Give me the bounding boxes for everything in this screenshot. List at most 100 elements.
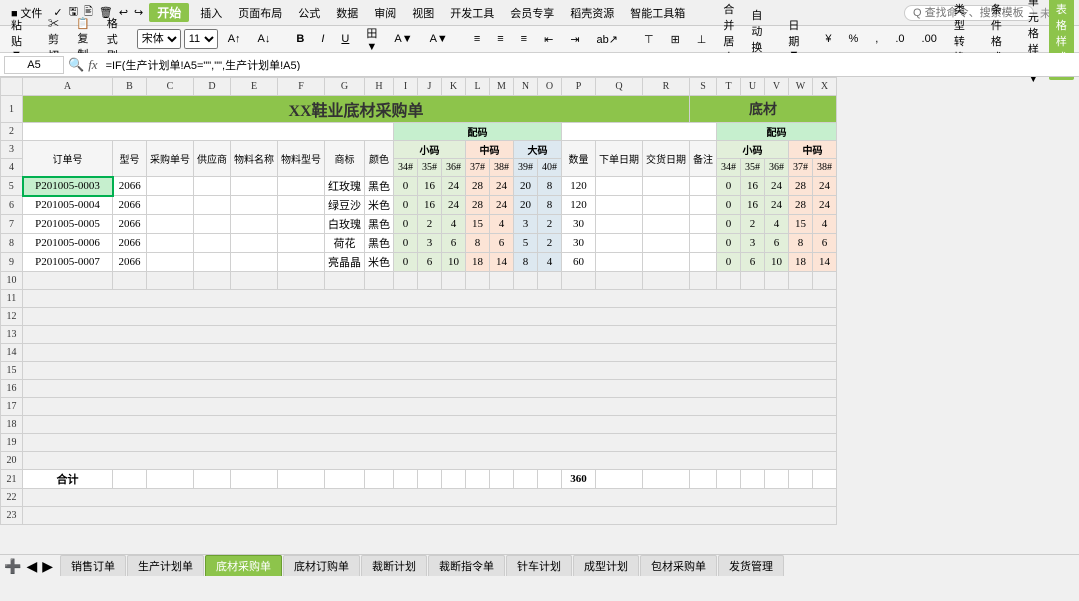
cell-k6[interactable]: 24 [442, 196, 466, 215]
cell-g7[interactable]: 白玫瑰 [325, 215, 365, 234]
cell-u9[interactable]: 6 [741, 253, 765, 272]
rotate-text-button[interactable]: ab↗ [590, 30, 625, 49]
ribbon-tab-dev[interactable]: 开发工具 [445, 3, 499, 23]
ribbon-tab-review[interactable]: 审阅 [369, 3, 401, 23]
cell-a9[interactable]: P201005-0007 [23, 253, 113, 272]
cell-b9[interactable]: 2066 [113, 253, 147, 272]
col-header-t[interactable]: T [717, 78, 741, 96]
cell-q7[interactable] [596, 215, 643, 234]
cell-t9[interactable]: 0 [717, 253, 741, 272]
cell-o5[interactable]: 8 [538, 177, 562, 196]
cell-b6[interactable]: 2066 [113, 196, 147, 215]
align-right-button[interactable]: ≡ [514, 30, 534, 48]
cell-p9[interactable]: 60 [562, 253, 596, 272]
col-header-d[interactable]: D [194, 78, 231, 96]
cell-g6[interactable]: 绿豆沙 [325, 196, 365, 215]
cell-c6[interactable] [147, 196, 194, 215]
cell-e7[interactable] [231, 215, 278, 234]
ribbon-tab-templates[interactable]: 稻壳资源 [565, 3, 619, 23]
valign-mid-button[interactable]: ⊞ [664, 30, 687, 49]
font-color-button[interactable]: A▼ [423, 30, 455, 48]
tab-stitching-plan[interactable]: 针车计划 [506, 555, 572, 576]
ribbon-tab-formula[interactable]: 公式 [293, 3, 325, 23]
cell-o6[interactable]: 8 [538, 196, 562, 215]
border-button[interactable]: 田▼ [359, 22, 384, 56]
cell-h6[interactable]: 米色 [365, 196, 394, 215]
col-header-q[interactable]: Q [596, 78, 643, 96]
cell-t7[interactable]: 0 [717, 215, 741, 234]
cell-q6[interactable] [596, 196, 643, 215]
ribbon-tab-vip[interactable]: 会员专享 [505, 3, 559, 23]
cell-n9[interactable]: 8 [514, 253, 538, 272]
cell-i6[interactable]: 0 [394, 196, 418, 215]
col-header-o[interactable]: O [538, 78, 562, 96]
tab-bottom-purchase[interactable]: 底材采购单 [205, 555, 282, 576]
cell-f7[interactable] [278, 215, 325, 234]
cell-p8[interactable]: 30 [562, 234, 596, 253]
cell-v5[interactable]: 24 [765, 177, 789, 196]
cell-v8[interactable]: 6 [765, 234, 789, 253]
ribbon-tab-data[interactable]: 数据 [331, 3, 363, 23]
cell-i8[interactable]: 0 [394, 234, 418, 253]
cell-s9[interactable] [690, 253, 717, 272]
cell-t5[interactable]: 0 [717, 177, 741, 196]
cell-q8[interactable] [596, 234, 643, 253]
formula-input[interactable] [102, 59, 1075, 71]
cell-g9[interactable]: 亮晶晶 [325, 253, 365, 272]
sheet-title-cell[interactable]: XX鞋业底材采购单 [23, 96, 690, 123]
cell-d6[interactable] [194, 196, 231, 215]
col-header-j[interactable]: J [418, 78, 442, 96]
thousand-button[interactable]: , [868, 30, 885, 48]
cell-i5[interactable]: 0 [394, 177, 418, 196]
valign-bottom-button[interactable]: ⊥ [690, 30, 714, 49]
cell-a7[interactable]: P201005-0005 [23, 215, 113, 234]
cell-x6[interactable]: 24 [813, 196, 837, 215]
nav-right-icon[interactable]: ▶ [42, 559, 53, 576]
cell-o9[interactable]: 4 [538, 253, 562, 272]
cell-j5[interactable]: 16 [418, 177, 442, 196]
cell-q9[interactable] [596, 253, 643, 272]
cell-x9[interactable]: 14 [813, 253, 837, 272]
col-header-m[interactable]: M [490, 78, 514, 96]
col-header-l[interactable]: L [466, 78, 490, 96]
cell-s5[interactable] [690, 177, 717, 196]
cell-u7[interactable]: 2 [741, 215, 765, 234]
toolbar-redo[interactable]: ↪ [134, 6, 143, 19]
valign-top-button[interactable]: ⊤ [637, 30, 661, 49]
cell-g8[interactable]: 荷花 [325, 234, 365, 253]
ribbon-tab-insert[interactable]: 插入 [195, 3, 227, 23]
cell-f8[interactable] [278, 234, 325, 253]
col-header-r[interactable]: R [643, 78, 690, 96]
cell-e8[interactable] [231, 234, 278, 253]
font-size-select[interactable]: 11 [184, 29, 218, 49]
underline-button[interactable]: U [334, 30, 356, 48]
cell-f6[interactable] [278, 196, 325, 215]
cell-f5[interactable] [278, 177, 325, 196]
cell-i7[interactable]: 0 [394, 215, 418, 234]
cell-w5[interactable]: 28 [789, 177, 813, 196]
cell-h7[interactable]: 黑色 [365, 215, 394, 234]
cell-j8[interactable]: 3 [418, 234, 442, 253]
align-left-button[interactable]: ≡ [467, 30, 487, 48]
cell-k9[interactable]: 10 [442, 253, 466, 272]
cell-j7[interactable]: 2 [418, 215, 442, 234]
cell-o8[interactable]: 2 [538, 234, 562, 253]
col-header-p[interactable]: P [562, 78, 596, 96]
cell-u5[interactable]: 16 [741, 177, 765, 196]
decimal-inc-button[interactable]: .0 [888, 30, 911, 48]
indent-button[interactable]: ⇤ [537, 30, 560, 49]
cell-c9[interactable] [147, 253, 194, 272]
cell-x7[interactable]: 4 [813, 215, 837, 234]
decimal-dec-button[interactable]: .00 [915, 30, 944, 48]
col-header-g[interactable]: G [325, 78, 365, 96]
cell-t8[interactable]: 0 [717, 234, 741, 253]
cell-l6[interactable]: 28 [466, 196, 490, 215]
col-header-u[interactable]: U [741, 78, 765, 96]
cell-l9[interactable]: 18 [466, 253, 490, 272]
tab-cutting-order[interactable]: 裁断指令单 [428, 555, 505, 576]
col-header-w[interactable]: W [789, 78, 813, 96]
cell-x8[interactable]: 6 [813, 234, 837, 253]
col-header-i[interactable]: I [394, 78, 418, 96]
cell-w6[interactable]: 28 [789, 196, 813, 215]
tab-packaging-purchase[interactable]: 包材采购单 [640, 555, 717, 576]
